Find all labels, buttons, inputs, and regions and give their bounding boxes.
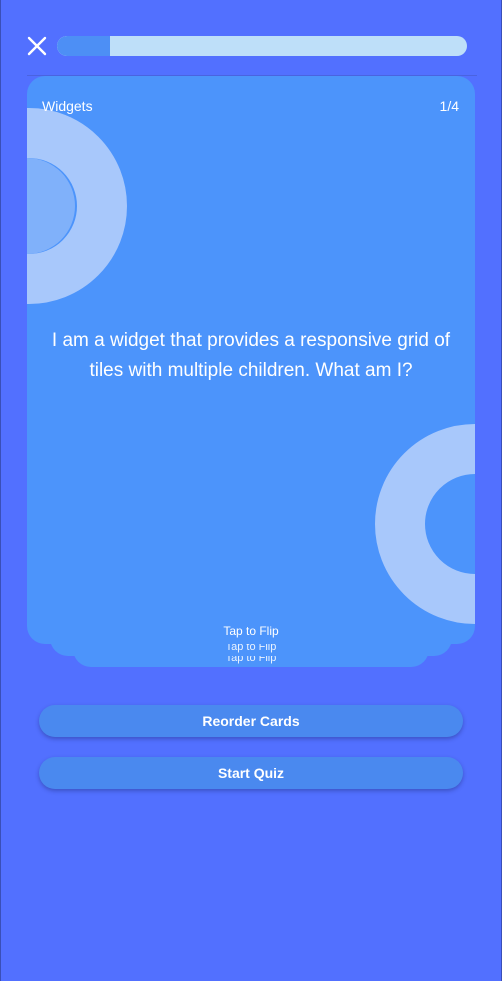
close-button[interactable] (25, 34, 49, 58)
card-counter: 1/4 (439, 98, 459, 114)
decorative-ring (375, 424, 475, 624)
progress-bar (57, 36, 467, 56)
tap-to-flip-hint: Tap to Flip (223, 624, 279, 638)
close-icon (27, 36, 47, 56)
card-category: Widgets (42, 98, 93, 114)
card-question: I am a widget that provides a responsive… (51, 330, 451, 381)
flashcard[interactable]: Widgets 1/4 I am a widget that provides … (27, 76, 475, 644)
progress-fill (57, 36, 111, 56)
start-quiz-button[interactable]: Start Quiz (39, 757, 463, 789)
app-screen: Tap to Flip Tap to Flip Widgets 1/4 I am… (0, 0, 502, 981)
reorder-cards-button[interactable]: Reorder Cards (39, 705, 463, 737)
